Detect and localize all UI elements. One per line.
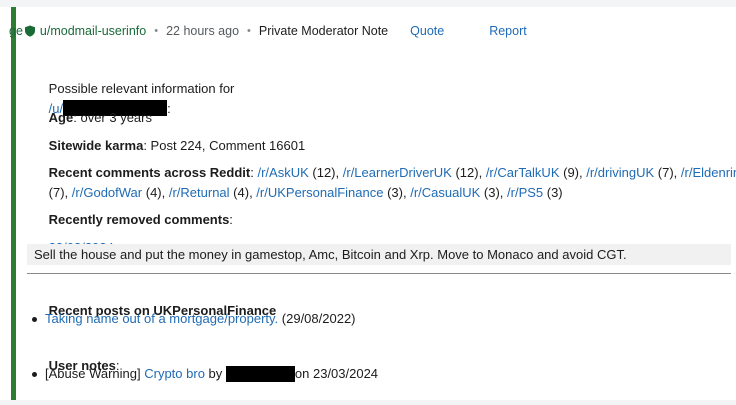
post-date: (29/08/2022) xyxy=(278,311,356,326)
removed-colon: : xyxy=(229,212,233,227)
subreddit-count: (3), xyxy=(480,185,508,200)
username-fragment: ge xyxy=(9,24,23,38)
subreddit-link[interactable]: /r/CasualUK xyxy=(410,185,480,200)
subreddit-count: (7), xyxy=(654,165,681,180)
removed-comment-quote: Sell the house and put the money in game… xyxy=(27,244,731,265)
timestamp: 22 hours ago xyxy=(166,24,240,38)
bullet-icon xyxy=(32,371,37,377)
report-button[interactable]: Report xyxy=(489,24,527,38)
divider xyxy=(27,273,731,274)
separator-dot: • xyxy=(154,25,159,37)
moderator-note-card: ge u/modmail-userinfo • 22 hours ago • P… xyxy=(0,7,736,400)
note-header: ge u/modmail-userinfo • 22 hours ago • P… xyxy=(9,23,527,39)
user-note-item: [Abuse Warning] Crypto bro by on 23/03/2… xyxy=(32,364,378,384)
intro-suffix: : xyxy=(167,101,171,116)
note-by: by xyxy=(204,366,226,381)
note-prefix: [Abuse Warning] xyxy=(45,366,145,381)
note-type-label: Private Moderator Note xyxy=(258,24,389,38)
quote-button[interactable]: Quote xyxy=(410,24,444,38)
post-link[interactable]: Taking name out of a mortgage/property. xyxy=(45,309,278,329)
separator-dot: • xyxy=(247,25,251,37)
subreddit-count: (3), xyxy=(383,185,411,200)
subreddit-link[interactable]: /r/PS5 xyxy=(507,185,543,200)
subreddit-link[interactable]: /r/UKPersonalFinance xyxy=(256,185,383,200)
subreddit-count: (9), xyxy=(559,165,587,180)
moderator-shield-icon xyxy=(24,25,36,37)
subreddit-count: (3) xyxy=(543,185,563,200)
redacted-moderator xyxy=(225,366,295,382)
subreddit-link[interactable]: /r/drivingUK xyxy=(586,165,654,180)
bullet-icon xyxy=(32,316,37,322)
note-accent-bar xyxy=(11,7,16,400)
subreddit-link[interactable]: /r/Eldenring xyxy=(681,165,736,180)
subreddit-count: (4), xyxy=(229,185,257,200)
post-list-item: Taking name out of a mortgage/property. … xyxy=(32,309,356,329)
author-username[interactable]: u/modmail-userinfo xyxy=(40,24,146,38)
note-link[interactable]: Crypto bro xyxy=(144,364,205,384)
note-suffix: on 23/03/2024 xyxy=(294,366,379,381)
